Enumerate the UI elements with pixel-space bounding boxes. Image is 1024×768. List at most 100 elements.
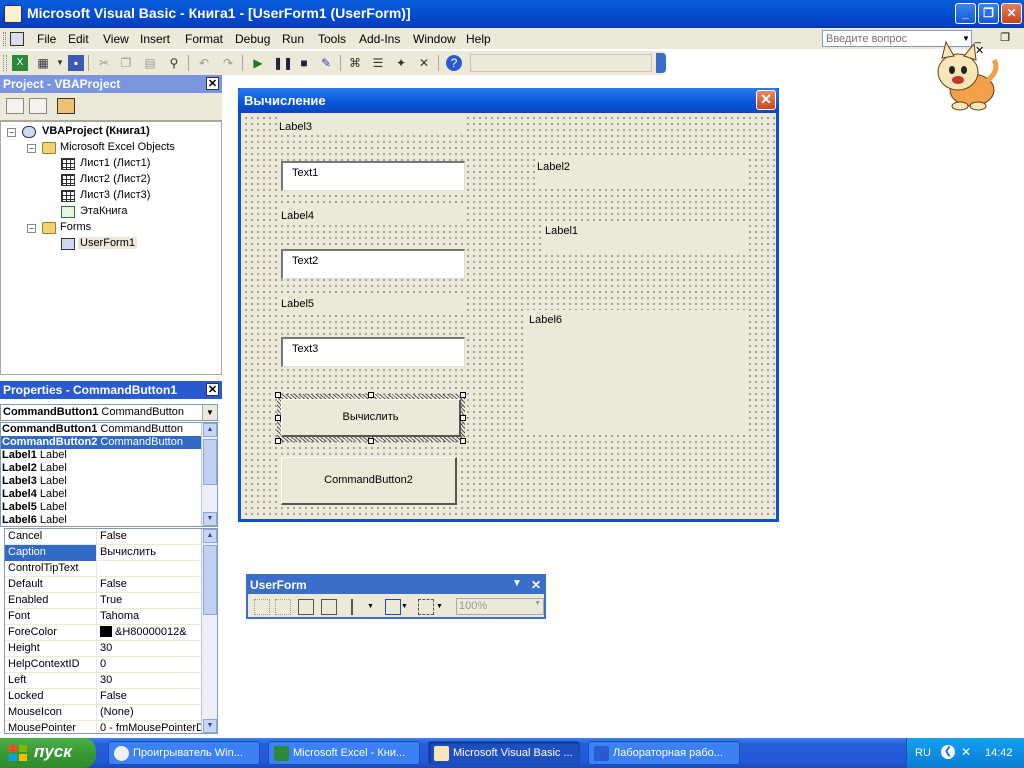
object-list-item[interactable]: Label1 Label (1, 449, 217, 462)
tree-node-sheet2[interactable]: Лист2 (Лист2) (80, 173, 150, 185)
language-indicator[interactable]: RU (915, 747, 931, 759)
tree-node-sheet3[interactable]: Лист3 (Лист3) (80, 189, 150, 201)
userform-toolbar-title[interactable]: UserForm ▼ ✕ (248, 576, 544, 594)
property-row[interactable]: Enabled True (5, 593, 203, 609)
scroll-down-icon[interactable]: ▼ (203, 512, 217, 526)
label4[interactable]: Label4 (279, 206, 465, 224)
property-row[interactable]: Default False (5, 577, 203, 593)
menu-edit[interactable]: Edit (68, 32, 89, 46)
scroll-up-icon[interactable]: ▲ (203, 529, 217, 543)
office-assistant-cat-icon[interactable] (930, 40, 1000, 112)
object-list-item[interactable]: Label3 Label (1, 475, 217, 488)
toggle-folders-icon[interactable] (57, 98, 75, 114)
object-list-item[interactable]: CommandButton2 CommandButton (1, 436, 217, 449)
zoom-select[interactable]: 100% ▼ (456, 598, 544, 615)
object-list-item[interactable]: Label2 Label (1, 462, 217, 475)
menubar-grip[interactable] (3, 32, 6, 46)
tree-collapse-icon[interactable]: − (27, 224, 36, 233)
tree-node-userform1[interactable]: UserForm1 (78, 237, 138, 249)
toolbar-options-icon[interactable]: ▼ (512, 578, 522, 589)
resize-handle[interactable] (275, 392, 281, 398)
property-row[interactable]: MouseIcon (None) (5, 705, 203, 721)
resize-handle[interactable] (460, 438, 466, 444)
align-icon[interactable] (351, 599, 367, 615)
tree-node-forms[interactable]: Forms (60, 221, 91, 233)
menu-debug[interactable]: Debug (235, 32, 270, 46)
project-pane-close-icon[interactable]: ✕ (206, 77, 219, 90)
minimize-button[interactable]: _ (955, 3, 976, 24)
menu-file[interactable]: File (37, 32, 56, 46)
reset-icon[interactable]: ■ (296, 55, 312, 71)
task-visual-basic[interactable]: Microsoft Visual Basic ... (428, 741, 580, 765)
tree-collapse-icon[interactable]: − (7, 128, 16, 137)
toolbar-grip[interactable] (3, 55, 7, 71)
view-object-icon[interactable] (29, 98, 47, 114)
resize-handle[interactable] (275, 438, 281, 444)
center-dropdown-icon[interactable]: ▼ (401, 599, 417, 615)
properties-window-icon[interactable]: ☰ (370, 55, 386, 71)
calculate-button[interactable]: Вычислить (281, 399, 461, 437)
property-row[interactable]: Locked False (5, 689, 203, 705)
view-excel-icon[interactable]: X (12, 55, 28, 71)
menu-window[interactable]: Window (413, 32, 456, 46)
userform-close-icon[interactable]: ✕ (756, 90, 776, 110)
command-button2[interactable]: CommandButton2 (281, 457, 457, 505)
ungroup-icon[interactable] (321, 599, 337, 615)
design-mode-icon[interactable]: ✎ (318, 55, 334, 71)
object-list-scrollbar[interactable]: ▲ ▼ (201, 423, 217, 526)
text3[interactable]: Text3 (281, 337, 465, 367)
scroll-down-icon[interactable]: ▼ (203, 719, 217, 733)
property-row[interactable]: MousePointer 0 - fmMousePointerD (5, 721, 203, 733)
task-excel[interactable]: Microsoft Excel - Кни... (268, 741, 420, 765)
label1[interactable]: Label1 (543, 221, 745, 251)
property-row[interactable]: Font Tahoma (5, 609, 203, 625)
close-button[interactable]: ✕ (1001, 3, 1022, 24)
task-word-document[interactable]: Лабораторная рабо... (588, 741, 740, 765)
menu-view[interactable]: View (103, 32, 129, 46)
property-row[interactable]: Height 30 (5, 641, 203, 657)
resize-handle[interactable] (368, 392, 374, 398)
tree-node-sheet1[interactable]: Лист1 (Лист1) (80, 157, 150, 169)
help-icon[interactable]: ? (446, 55, 462, 71)
property-row[interactable]: Left 30 (5, 673, 203, 689)
run-icon[interactable]: ▶ (250, 55, 266, 71)
size-dropdown-icon[interactable]: ▼ (436, 599, 452, 615)
property-row[interactable]: Cancel False (5, 529, 203, 545)
cut-icon[interactable]: ✂ (96, 55, 112, 71)
group-icon[interactable] (298, 599, 314, 615)
save-icon[interactable]: ▪ (68, 55, 84, 71)
system-menu-icon[interactable] (10, 32, 24, 46)
start-button[interactable]: пуск (0, 738, 96, 768)
tree-node-workbook[interactable]: ЭтаКнига (80, 205, 127, 217)
menu-run[interactable]: Run (282, 32, 304, 46)
object-list-item[interactable]: CommandButton1 CommandButton (1, 423, 217, 436)
send-to-back-icon[interactable] (275, 599, 291, 615)
property-row[interactable]: Caption Вычислить (5, 545, 203, 561)
copy-icon[interactable]: ❐ (118, 55, 134, 71)
center-icon[interactable] (385, 599, 401, 615)
menu-add-ins[interactable]: Add-Ins (359, 32, 400, 46)
toolbar-options-icon[interactable] (656, 53, 666, 73)
insert-userform-icon[interactable]: ▦ (35, 55, 51, 71)
tree-collapse-icon[interactable]: − (27, 144, 36, 153)
zoom-dropdown-icon[interactable]: ▼ (534, 600, 541, 607)
property-row[interactable]: HelpContextID 0 (5, 657, 203, 673)
align-dropdown-icon[interactable]: ▼ (367, 599, 383, 615)
project-explorer-icon[interactable]: ⌘ (347, 55, 363, 71)
tree-node-excel-objects[interactable]: Microsoft Excel Objects (60, 141, 175, 153)
toolbox-icon[interactable]: ✕ (416, 55, 432, 71)
tree-node-vbaproject[interactable]: VBAProject (Книга1) (42, 125, 150, 137)
property-grid-scrollbar[interactable]: ▲ ▼ (201, 529, 217, 733)
break-icon[interactable]: ❚❚ (273, 55, 293, 71)
tray-expand-icon[interactable]: ❮ (941, 745, 955, 759)
scroll-up-icon[interactable]: ▲ (203, 423, 217, 437)
label3[interactable]: Label3 (277, 117, 465, 135)
menu-format[interactable]: Format (185, 32, 223, 46)
object-browser-icon[interactable]: ✦ (393, 55, 409, 71)
text1[interactable]: Text1 (281, 161, 465, 191)
menu-insert[interactable]: Insert (140, 32, 170, 46)
resize-handle[interactable] (275, 415, 281, 421)
property-row[interactable]: ForeColor &H80000012& (5, 625, 203, 641)
object-list-item[interactable]: Label5 Label (1, 501, 217, 514)
find-icon[interactable]: ⚲ (166, 55, 182, 71)
